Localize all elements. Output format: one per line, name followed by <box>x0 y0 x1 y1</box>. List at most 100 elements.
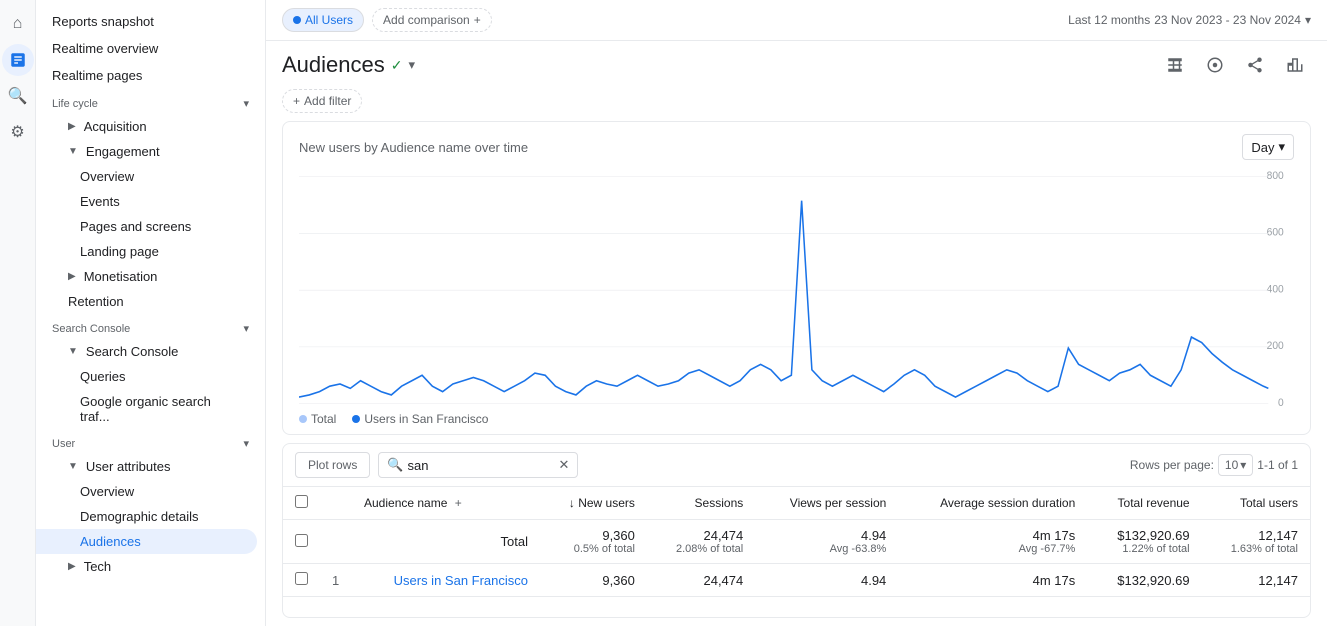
table-toolbar: Plot rows 🔍 ✕ Rows per page: 10 ▾ 1-1 of… <box>283 444 1310 487</box>
chevron-down-icon: ▾ <box>1278 139 1285 155</box>
all-users-segment[interactable]: All Users <box>282 8 364 32</box>
sidebar-item-reports-snapshot[interactable]: Reports snapshot <box>36 8 257 35</box>
sidebar-item-tech[interactable]: ▶ Tech <box>36 554 257 579</box>
analytics-icon[interactable] <box>2 44 34 76</box>
chevron-up-icon: ▾ <box>243 437 249 450</box>
row1-sessions-cell: 24,474 <box>647 564 755 597</box>
segment-label: All Users <box>305 13 353 27</box>
row1-checkbox[interactable] <box>295 572 308 585</box>
audience-name-header[interactable]: Audience name + <box>352 487 540 520</box>
row1-views-cell: 4.94 <box>755 564 898 597</box>
select-all-checkbox[interactable] <box>295 495 308 508</box>
total-users-cell: 12,147 1.63% of total <box>1202 520 1310 564</box>
settings-circle-icon[interactable] <box>1199 49 1231 81</box>
legend-dot-sf <box>352 415 360 423</box>
new-users-header[interactable]: ↓ New users <box>540 487 647 520</box>
pagination-info: 1-1 of 1 <box>1257 458 1298 472</box>
sidebar-item-search-console-parent[interactable]: ▼ Search Console <box>36 339 257 364</box>
verified-icon: ✓ <box>391 57 403 74</box>
search-icon[interactable]: 🔍 <box>2 80 34 112</box>
sidebar-item-label: Realtime overview <box>52 41 158 56</box>
rows-per-page-select[interactable]: 10 ▾ <box>1218 454 1253 476</box>
sidebar-item-acquisition[interactable]: ▶ Acquisition <box>36 114 257 139</box>
sidebar-item-engagement[interactable]: ▼ Engagement <box>36 139 257 164</box>
sidebar-item-realtime-pages[interactable]: Realtime pages <box>36 62 257 89</box>
sidebar-item-realtime-overview[interactable]: Realtime overview <box>36 35 257 62</box>
search-box: 🔍 ✕ <box>378 452 578 478</box>
sidebar-item-demographic-details[interactable]: Demographic details <box>36 504 257 529</box>
add-filter-button[interactable]: + Add filter <box>282 89 362 113</box>
plot-rows-button[interactable]: Plot rows <box>295 452 370 478</box>
legend-label-total: Total <box>311 412 336 426</box>
table-row: 1 Users in San Francisco 9,360 24,474 4. <box>283 564 1310 597</box>
total-revenue-header[interactable]: Total revenue <box>1087 487 1201 520</box>
total-label-cell: Total <box>352 520 540 564</box>
data-table: Audience name + ↓ New users Sessions Vie… <box>283 487 1310 597</box>
row1-num-cell: 1 <box>320 564 352 597</box>
chart-legend: Total Users in San Francisco <box>283 408 1310 434</box>
chevron-down-icon: ▾ <box>1240 458 1246 472</box>
clear-search-icon[interactable]: ✕ <box>558 457 569 473</box>
day-select[interactable]: Day ▾ <box>1242 134 1294 160</box>
table-row-total: Total 9,360 0.5% of total 24,474 2.08% <box>283 520 1310 564</box>
legend-san-francisco: Users in San Francisco <box>352 412 488 426</box>
home-icon[interactable]: ⌂ <box>2 8 34 40</box>
date-value: 23 Nov 2023 - 23 Nov 2024 <box>1154 13 1301 27</box>
sidebar-item-audiences[interactable]: Audiences <box>36 529 257 554</box>
views-per-session-header[interactable]: Views per session <box>755 487 898 520</box>
chevron-down-icon: ▼ <box>68 346 78 357</box>
svg-text:200: 200 <box>1267 340 1284 352</box>
table-container: Plot rows 🔍 ✕ Rows per page: 10 ▾ 1-1 of… <box>282 443 1311 618</box>
sessions-header[interactable]: Sessions <box>647 487 755 520</box>
legend-label-sf: Users in San Francisco <box>364 412 488 426</box>
total-num-cell <box>320 520 352 564</box>
total-revenue-cell: $132,920.69 1.22% of total <box>1087 520 1201 564</box>
table-view-icon[interactable] <box>1159 49 1191 81</box>
total-checkbox[interactable] <box>295 534 308 547</box>
chart-title: New users by Audience name over time <box>299 140 528 155</box>
configure-icon[interactable]: ⚙ <box>2 116 34 148</box>
search-input[interactable] <box>408 458 555 473</box>
main-content: All Users Add comparison + Last 12 month… <box>266 0 1327 626</box>
avg-session-duration-header[interactable]: Average session duration <box>898 487 1087 520</box>
audience-name-link[interactable]: Users in San Francisco <box>394 573 528 588</box>
sidebar-section-lifecycle[interactable]: Life cycle ▾ <box>36 89 265 114</box>
segment-controls: All Users Add comparison + <box>282 8 492 32</box>
total-checkbox-cell <box>283 520 320 564</box>
svg-text:600: 600 <box>1267 226 1284 238</box>
total-views-cell: 4.94 Avg -63.8% <box>755 520 898 564</box>
search-icon: 🔍 <box>387 457 403 473</box>
chevron-down-icon: ▼ <box>68 146 78 157</box>
sidebar-item-landing-page[interactable]: Landing page <box>36 239 257 264</box>
date-range-selector[interactable]: Last 12 months 23 Nov 2023 - 23 Nov 2024… <box>1068 13 1311 27</box>
sidebar-item-queries[interactable]: Queries <box>36 364 257 389</box>
sidebar-item-monetisation[interactable]: ▶ Monetisation <box>36 264 257 289</box>
sidebar-section-user[interactable]: User ▾ <box>36 429 265 454</box>
rows-per-page-label: Rows per page: <box>1130 458 1214 472</box>
sidebar-item-ua-overview[interactable]: Overview <box>36 479 257 504</box>
row1-revenue-cell: $132,920.69 <box>1087 564 1201 597</box>
sidebar: Reports snapshot Realtime overview Realt… <box>36 0 266 626</box>
sidebar-item-overview[interactable]: Overview <box>36 164 257 189</box>
sidebar-item-google-organic[interactable]: Google organic search traf... <box>36 389 257 429</box>
sidebar-item-label: Reports snapshot <box>52 14 154 29</box>
total-sessions-cell: 24,474 2.08% of total <box>647 520 755 564</box>
dropdown-arrow-icon[interactable]: ▾ <box>408 57 415 73</box>
sidebar-section-search-console[interactable]: Search Console ▾ <box>36 314 265 339</box>
sidebar-item-user-attributes[interactable]: ▼ User attributes <box>36 454 257 479</box>
chart-type-icon[interactable] <box>1279 49 1311 81</box>
chevron-down-icon: ▼ <box>68 461 78 472</box>
total-users-header[interactable]: Total users <box>1202 487 1310 520</box>
sidebar-item-pages-screens[interactable]: Pages and screens <box>36 214 257 239</box>
plus-icon: + <box>293 94 300 108</box>
add-column-icon[interactable]: + <box>455 496 462 510</box>
chart-header: New users by Audience name over time Day… <box>283 122 1310 168</box>
num-header <box>320 487 352 520</box>
add-comparison-button[interactable]: Add comparison + <box>372 8 492 32</box>
chevron-right-icon: ▶ <box>68 121 76 132</box>
sidebar-item-retention[interactable]: Retention <box>36 289 257 314</box>
checkbox-header <box>283 487 320 520</box>
sidebar-item-events[interactable]: Events <box>36 189 257 214</box>
chart-area: 800 600 400 200 0 01 Dec 01 Jan 0 <box>283 168 1310 408</box>
share-icon[interactable] <box>1239 49 1271 81</box>
